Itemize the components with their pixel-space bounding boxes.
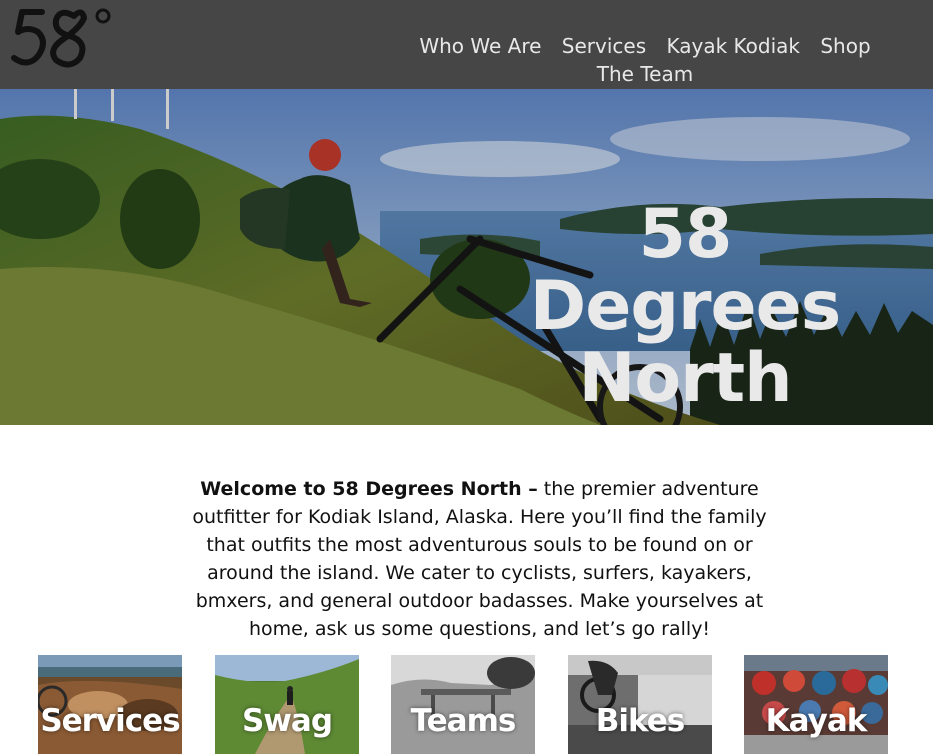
hero-title-line-2: North [578,339,792,418]
tile-bikes[interactable]: Bikes [568,655,712,754]
tile-swag[interactable]: Swag [215,655,359,754]
tile-teams[interactable]: Teams [391,655,535,754]
intro-paragraph: Welcome to 58 Degrees North – the premie… [192,475,767,643]
category-tiles: Services Swag Teams Bikes Kayak [0,655,933,754]
tile-swag-label: Swag [241,703,333,739]
nav-the-team[interactable]: The Team [597,62,693,86]
nav-services[interactable]: Services [562,34,646,58]
tile-kayak[interactable]: Kayak [744,655,888,754]
hero-banner: 58 Degrees North [0,89,933,425]
site-logo[interactable] [8,2,118,70]
hero-title: 58 Degrees North [480,199,890,415]
main-nav: Who We Are Services Kayak Kodiak Shop Th… [405,32,885,88]
nav-kayak-kodiak[interactable]: Kayak Kodiak [666,34,800,58]
tile-bikes-label: Bikes [595,703,686,739]
tile-kayak-label: Kayak [765,703,868,739]
logo-mark [11,8,111,68]
nav-shop[interactable]: Shop [820,34,870,58]
page: Who We Are Services Kayak Kodiak Shop Th… [0,0,933,754]
tile-services[interactable]: Services [38,655,182,754]
hero-title-line-1: 58 Degrees [529,195,842,346]
site-header: Who We Are Services Kayak Kodiak Shop Th… [0,0,933,89]
nav-who-we-are[interactable]: Who We Are [419,34,541,58]
tile-services-label: Services [40,703,180,739]
tile-teams-label: Teams [410,703,517,739]
intro-lead: Welcome to 58 Degrees North – [200,478,538,500]
intro-body: the premier adventure outfitter for Kodi… [192,478,767,640]
